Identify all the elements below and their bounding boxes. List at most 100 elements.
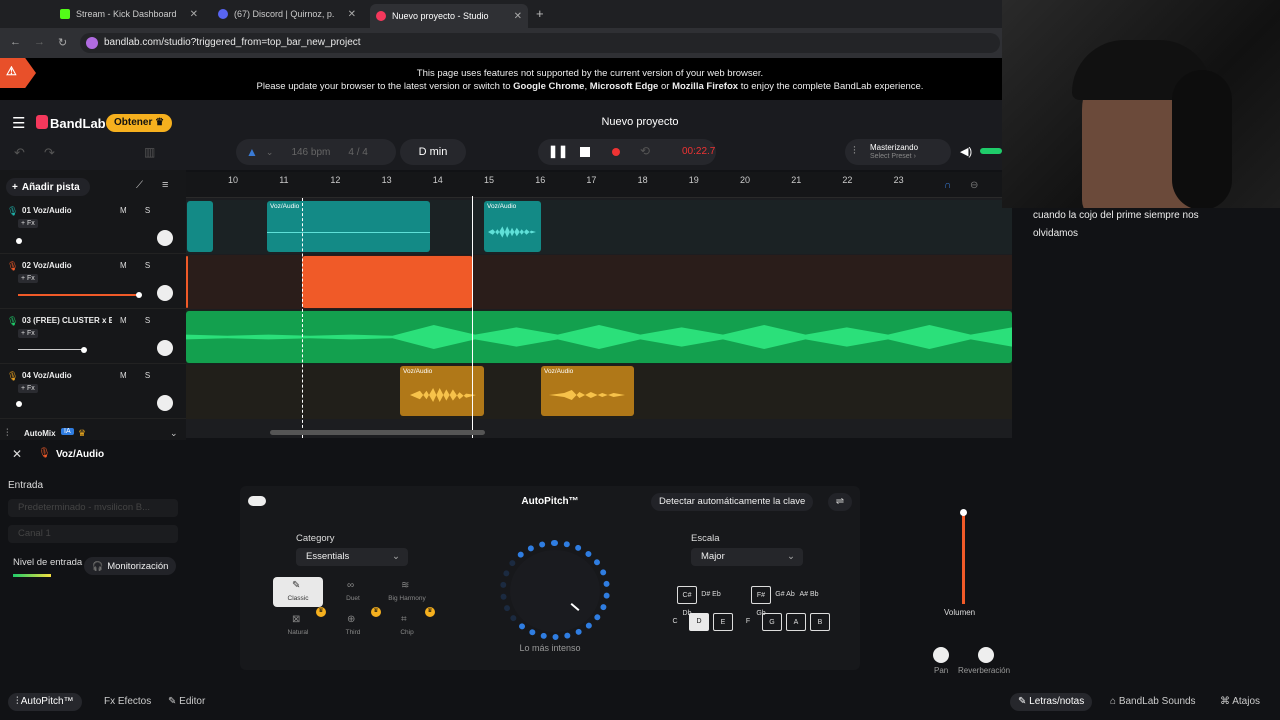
key-b[interactable]: B bbox=[810, 613, 830, 631]
pan-knob[interactable] bbox=[933, 647, 949, 663]
firefox-link[interactable]: Mozilla Firefox bbox=[672, 81, 738, 92]
metronome-icon[interactable]: ▲ bbox=[246, 145, 258, 159]
track-name[interactable]: 03 (FREE) CLUSTER x E... bbox=[22, 316, 112, 325]
recording-clip[interactable] bbox=[302, 256, 473, 308]
loop-icon[interactable]: ⟲ bbox=[640, 144, 650, 158]
lyrics-button[interactable]: ✎ Letras/notas bbox=[1010, 693, 1093, 711]
key-c[interactable]: C bbox=[665, 613, 685, 631]
detect-key-button[interactable]: Detectar automáticamente la clave bbox=[651, 493, 814, 511]
menu-icon[interactable]: ☰ bbox=[12, 114, 25, 132]
close-icon[interactable]: ✕ bbox=[190, 9, 198, 20]
stop-icon[interactable] bbox=[580, 147, 590, 157]
pan-knob[interactable] bbox=[157, 230, 173, 246]
key-g[interactable]: G bbox=[762, 613, 782, 631]
preset-third[interactable]: ⊕ Third bbox=[328, 611, 378, 641]
mastering-button[interactable]: ⫶ Masterizando Select Preset › bbox=[845, 139, 951, 165]
bandlab-logo[interactable]: BandLab bbox=[50, 116, 106, 131]
preset-natural[interactable]: ⊠ Natural bbox=[273, 611, 323, 641]
track-header-3[interactable]: 🎙 03 (FREE) CLUSTER x E... M S + Fx bbox=[0, 310, 186, 364]
track-header-4[interactable]: 🎙 04 Voz/Audio M S + Fx bbox=[0, 365, 186, 419]
audio-clip[interactable] bbox=[187, 201, 213, 252]
chrome-link[interactable]: Google Chrome bbox=[513, 81, 584, 92]
close-icon[interactable]: ✕ bbox=[348, 9, 356, 20]
chevron-down-icon[interactable]: ⌄ bbox=[170, 428, 178, 439]
wand-icon[interactable]: ⟋ bbox=[136, 180, 143, 191]
track-header-2[interactable]: 🎙 02 Voz/Audio M S + Fx bbox=[0, 255, 186, 309]
volume-slider[interactable] bbox=[136, 292, 142, 298]
piano-icon[interactable]: ▥ bbox=[144, 145, 155, 159]
sounds-button[interactable]: ⌂ BandLab Sounds bbox=[1102, 693, 1204, 711]
key-dsharp[interactable]: D# Eb bbox=[701, 586, 721, 604]
add-fx-button[interactable]: + Fx bbox=[18, 274, 38, 283]
beat-clip[interactable] bbox=[186, 311, 1012, 363]
volume-slider[interactable] bbox=[16, 238, 22, 244]
redo-icon[interactable]: ↷ bbox=[44, 145, 55, 161]
key-fsharp[interactable]: F# Gb bbox=[751, 586, 771, 617]
track-name[interactable]: 02 Voz/Audio bbox=[22, 261, 112, 270]
input-channel-select[interactable]: Canal 1 bbox=[8, 525, 178, 543]
automix-label[interactable]: AutoMix bbox=[24, 429, 56, 438]
monitor-button[interactable]: 🎧 Monitorización bbox=[84, 557, 177, 575]
tab-studio[interactable]: Nuevo proyecto - Studio ✕ bbox=[370, 4, 528, 28]
mute-solo-buttons[interactable]: M S bbox=[120, 261, 158, 270]
bpm-value[interactable]: 146 bpm bbox=[291, 147, 330, 158]
track-name[interactable]: 04 Voz/Audio bbox=[22, 371, 112, 380]
scale-select[interactable]: Major ⌄ bbox=[691, 548, 803, 566]
add-fx-button[interactable]: + Fx bbox=[18, 219, 38, 228]
audio-clip[interactable]: Voz/Audio bbox=[484, 201, 541, 252]
horizontal-scrollbar[interactable] bbox=[270, 430, 485, 435]
loop-start-marker[interactable] bbox=[302, 198, 303, 438]
volume-slider[interactable] bbox=[81, 347, 87, 353]
url-input[interactable]: bandlab.com/studio?triggered_from=top_ba… bbox=[80, 33, 1000, 53]
forward-icon[interactable]: → bbox=[34, 36, 45, 48]
magnet-icon[interactable]: ∩ bbox=[944, 180, 951, 191]
back-icon[interactable]: ← bbox=[10, 36, 21, 48]
obtener-button[interactable]: Obtener ♛ bbox=[106, 114, 173, 132]
key-csharp[interactable]: C# Db bbox=[677, 586, 697, 617]
volume-fader[interactable] bbox=[960, 509, 967, 516]
key-gsharp[interactable]: G# Ab bbox=[775, 586, 795, 604]
mute-solo-buttons[interactable]: M S bbox=[120, 316, 158, 325]
category-select[interactable]: Essentials ⌄ bbox=[296, 548, 408, 566]
key-a[interactable]: A bbox=[786, 613, 806, 631]
audio-clip[interactable]: Voz/Audio bbox=[267, 201, 430, 252]
close-panel-button[interactable]: ✕ bbox=[12, 447, 22, 461]
key-selector[interactable]: D min bbox=[400, 139, 466, 165]
filter-icon[interactable]: ≡ bbox=[162, 179, 168, 191]
volume-slider[interactable] bbox=[16, 401, 22, 407]
reload-icon[interactable]: ↻ bbox=[58, 36, 67, 49]
preset-chip[interactable]: ⌗ Chip bbox=[382, 611, 432, 641]
pan-knob[interactable] bbox=[157, 340, 173, 356]
edge-link[interactable]: Microsoft Edge bbox=[590, 81, 659, 92]
time-signature[interactable]: 4 / 4 bbox=[348, 147, 367, 158]
settings-sliders-icon[interactable]: ⇌ bbox=[828, 493, 852, 511]
playhead[interactable] bbox=[472, 196, 473, 438]
zoom-icon[interactable]: ⊖ bbox=[970, 180, 978, 191]
new-tab-button[interactable]: + bbox=[536, 6, 544, 21]
track-name[interactable]: 01 Voz/Audio bbox=[22, 206, 112, 215]
key-d[interactable]: D bbox=[689, 613, 709, 631]
add-fx-button[interactable]: + Fx bbox=[18, 384, 38, 393]
autopitch-toggle[interactable] bbox=[248, 496, 266, 506]
autopitch-tab[interactable]: ⫶ AutoPitch™ bbox=[8, 693, 82, 711]
shortcuts-button[interactable]: ⌘ Atajos bbox=[1212, 693, 1268, 711]
audio-clip[interactable]: Voz/Audio bbox=[541, 366, 634, 416]
pan-knob[interactable] bbox=[157, 285, 173, 301]
mute-solo-buttons[interactable]: M S bbox=[120, 206, 158, 215]
pause-icon[interactable]: ❚❚ bbox=[548, 144, 568, 158]
tab-discord[interactable]: (67) Discord | Quirnoz, p... ✕ bbox=[212, 4, 362, 24]
efectos-tab[interactable]: Fx Efectos bbox=[96, 693, 159, 711]
master-volume-slider[interactable] bbox=[980, 148, 1002, 154]
key-f[interactable]: F bbox=[738, 613, 758, 631]
intensity-knob[interactable] bbox=[510, 550, 600, 632]
reverb-knob[interactable] bbox=[978, 647, 994, 663]
preset-big-harmony[interactable]: ≋ Big Harmony bbox=[382, 577, 432, 607]
speaker-icon[interactable]: ◀) bbox=[960, 145, 972, 158]
input-device-select[interactable]: Predeterminado - mvsilicon B... bbox=[8, 499, 178, 517]
project-title[interactable]: Nuevo proyecto bbox=[560, 116, 720, 128]
undo-icon[interactable]: ↶ bbox=[14, 145, 25, 161]
close-icon[interactable]: ✕ bbox=[514, 11, 522, 22]
site-info-icon[interactable] bbox=[86, 37, 98, 49]
track-header-1[interactable]: 🎙 01 Voz/Audio M S + Fx bbox=[0, 200, 186, 254]
add-track-button[interactable]: + Añadir pista bbox=[6, 178, 90, 196]
